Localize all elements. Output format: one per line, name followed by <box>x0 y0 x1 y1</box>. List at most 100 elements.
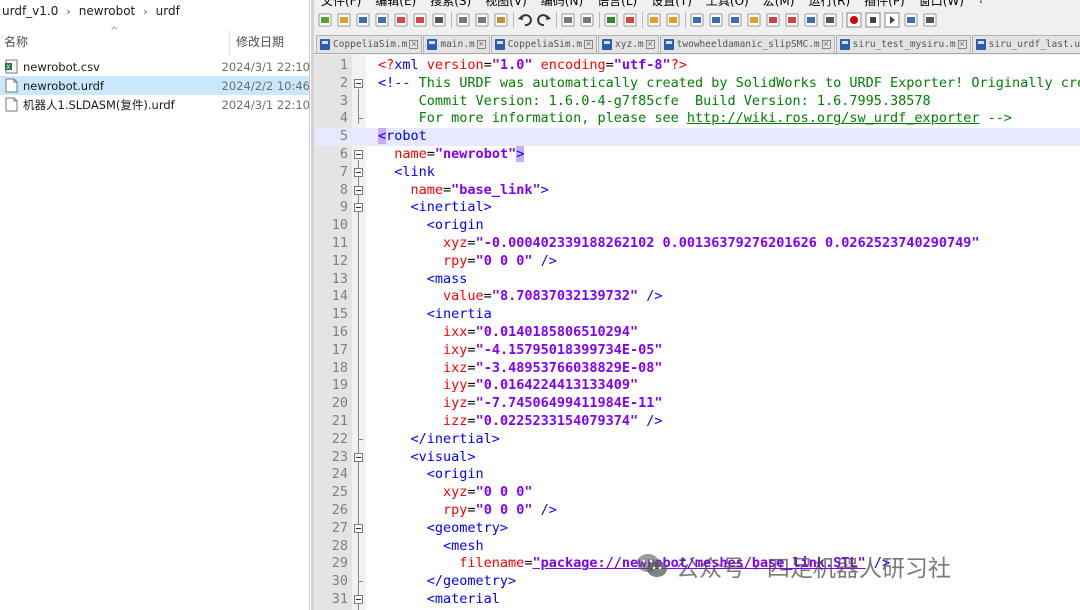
line-number: 2 <box>339 74 348 91</box>
fold-toggle-icon[interactable] <box>354 185 363 195</box>
tab-main-m[interactable]: main.m × <box>423 35 490 53</box>
new-file-icon[interactable] <box>317 12 333 28</box>
indent-guide-icon[interactable] <box>727 12 743 28</box>
menu-item[interactable]: ? <box>971 0 991 8</box>
sync-v-icon[interactable] <box>646 12 662 28</box>
column-headers: 名称 ^ 修改日期 <box>0 26 309 56</box>
line-number: 5 <box>339 128 348 145</box>
tab-siru-urdf-last-urdf[interactable]: siru_urdf_last.urdf× <box>971 35 1080 53</box>
menu-item[interactable]: 编辑(E) <box>368 0 423 8</box>
code-text: <!-- This URDF was automatically created… <box>378 75 1080 93</box>
play-macro-icon[interactable] <box>884 12 900 28</box>
token-eq <box>378 502 443 518</box>
tab-xyz-m[interactable]: xyz.m × <box>598 35 659 53</box>
close-tab-icon[interactable]: × <box>645 40 655 49</box>
close-tab-icon[interactable]: × <box>957 40 967 49</box>
line-number: 14 <box>331 288 348 305</box>
file-row[interactable]: newrobot.urdf 2024/2/2 10:46 <box>0 76 309 95</box>
file-row[interactable]: 机器人1.SLDASM(复件).urdf 2024/3/1 22:10 <box>0 95 309 114</box>
tab-twowheeldamanic-slipsmc-m[interactable]: twowheeldamanic_slipSMC.m × <box>659 35 835 53</box>
close-icon[interactable] <box>393 12 409 28</box>
menu-item[interactable]: 运行(R) <box>801 0 857 8</box>
fold-toggle-icon[interactable] <box>354 203 363 213</box>
menu-item[interactable]: 窗口(W) <box>912 0 971 8</box>
print-icon[interactable] <box>431 12 447 28</box>
menu-item[interactable]: 设置(T) <box>644 0 699 8</box>
stop-macro-icon[interactable] <box>865 12 881 28</box>
fold-toggle-icon[interactable] <box>354 595 363 604</box>
column-header-name[interactable]: 名称 <box>4 33 28 50</box>
tab-coppeliasim-m[interactable]: CoppeliaSim.m × <box>490 35 598 53</box>
code-line: 10 <origin <box>314 217 1080 235</box>
code-text: ixz="-3.48953766038829E-08" <box>378 360 662 378</box>
token-cm: This URDF was automatically created by S… <box>418 74 1080 91</box>
breadcrumb-item[interactable]: urdf <box>154 4 182 18</box>
token-at: version <box>426 57 484 73</box>
fold-toggle-icon[interactable] <box>354 167 363 177</box>
menu-item[interactable]: 搜索(S) <box>423 0 478 8</box>
menu-item[interactable]: 语言(L) <box>590 0 644 8</box>
replace-icon[interactable] <box>579 12 595 28</box>
file-row[interactable]: Xnewrobot.csv 2024/3/1 22:10 <box>0 57 309 76</box>
token-eq <box>378 555 459 571</box>
close-all-icon[interactable] <box>412 12 428 28</box>
close-tab-icon[interactable]: × <box>584 40 594 49</box>
cut-icon[interactable] <box>455 12 471 28</box>
fold-toggle-icon[interactable] <box>354 78 363 88</box>
undo-icon[interactable] <box>517 12 533 28</box>
monitor-icon[interactable] <box>822 12 838 28</box>
folder-workspace-icon[interactable] <box>803 12 819 28</box>
code-text: name="base_link"> <box>378 182 549 200</box>
run-macro-multiple-icon[interactable] <box>903 12 919 28</box>
close-tab-icon[interactable]: × <box>409 40 419 49</box>
code-editor[interactable]: 1 <?xml version="1.0" encoding="utf-8"?> 2… <box>314 55 1080 610</box>
function-list-icon[interactable] <box>784 12 800 28</box>
token-eq <box>378 573 427 589</box>
copy-icon[interactable] <box>474 12 490 28</box>
menu-item[interactable]: 插件(P) <box>857 0 912 8</box>
column-divider[interactable] <box>229 30 230 56</box>
toolbar <box>314 9 1080 31</box>
word-wrap-icon[interactable] <box>689 12 705 28</box>
menu-item[interactable]: 文件(F) <box>314 0 368 8</box>
sync-h-icon[interactable] <box>665 12 681 28</box>
udl-icon[interactable] <box>746 12 762 28</box>
breadcrumb-item[interactable]: newrobot <box>77 4 137 18</box>
show-all-chars-icon[interactable] <box>708 12 724 28</box>
token-eq: = <box>467 484 476 501</box>
doc-map-icon[interactable] <box>765 12 781 28</box>
token-eq <box>378 377 443 393</box>
tab-label: xyz.m <box>615 39 644 50</box>
tab-siru-test-mysiru-m[interactable]: siru_test_mysiru.m × <box>835 35 971 53</box>
menu-item[interactable]: 宏(M) <box>756 0 802 8</box>
token-eq: = <box>467 395 476 412</box>
code-text: iyz="-7.74506499411984E-11" <box>378 395 662 413</box>
code-text: </inertial> <box>378 431 500 449</box>
close-tab-icon[interactable]: × <box>476 40 486 49</box>
find-icon[interactable] <box>560 12 576 28</box>
redo-icon[interactable] <box>536 12 552 28</box>
tab-coppeliasim-m[interactable]: CoppeliaSim.m × <box>316 35 423 53</box>
zoom-in-icon[interactable] <box>603 12 619 28</box>
zoom-out-icon[interactable] <box>622 12 638 28</box>
paste-icon[interactable] <box>493 12 509 28</box>
fold-toggle-icon[interactable] <box>354 150 363 159</box>
code-text: For more information, please see http://… <box>378 110 1012 128</box>
line-number: 4 <box>339 110 348 127</box>
column-header-date[interactable]: 修改日期 <box>236 33 284 50</box>
menu-item[interactable]: 视图(V) <box>478 0 534 8</box>
save-icon[interactable] <box>355 12 371 28</box>
token-cm-u[interactable]: http://wiki.ros.org/sw_urdf_exporter <box>687 110 980 126</box>
token-eq <box>378 324 443 340</box>
token-eq: = <box>467 377 476 394</box>
save-all-icon[interactable] <box>374 12 390 28</box>
menu-item[interactable]: 工具(O) <box>699 0 756 8</box>
menu-item[interactable]: 编码(N) <box>534 0 590 8</box>
open-file-icon[interactable] <box>336 12 352 28</box>
record-macro-icon[interactable] <box>846 12 862 28</box>
breadcrumb-item[interactable]: urdf_v1.0 <box>0 4 60 18</box>
close-tab-icon[interactable]: × <box>821 40 831 49</box>
save-macro-icon[interactable] <box>922 12 938 28</box>
fold-toggle-icon[interactable] <box>354 452 363 462</box>
fold-toggle-icon[interactable] <box>354 523 363 533</box>
